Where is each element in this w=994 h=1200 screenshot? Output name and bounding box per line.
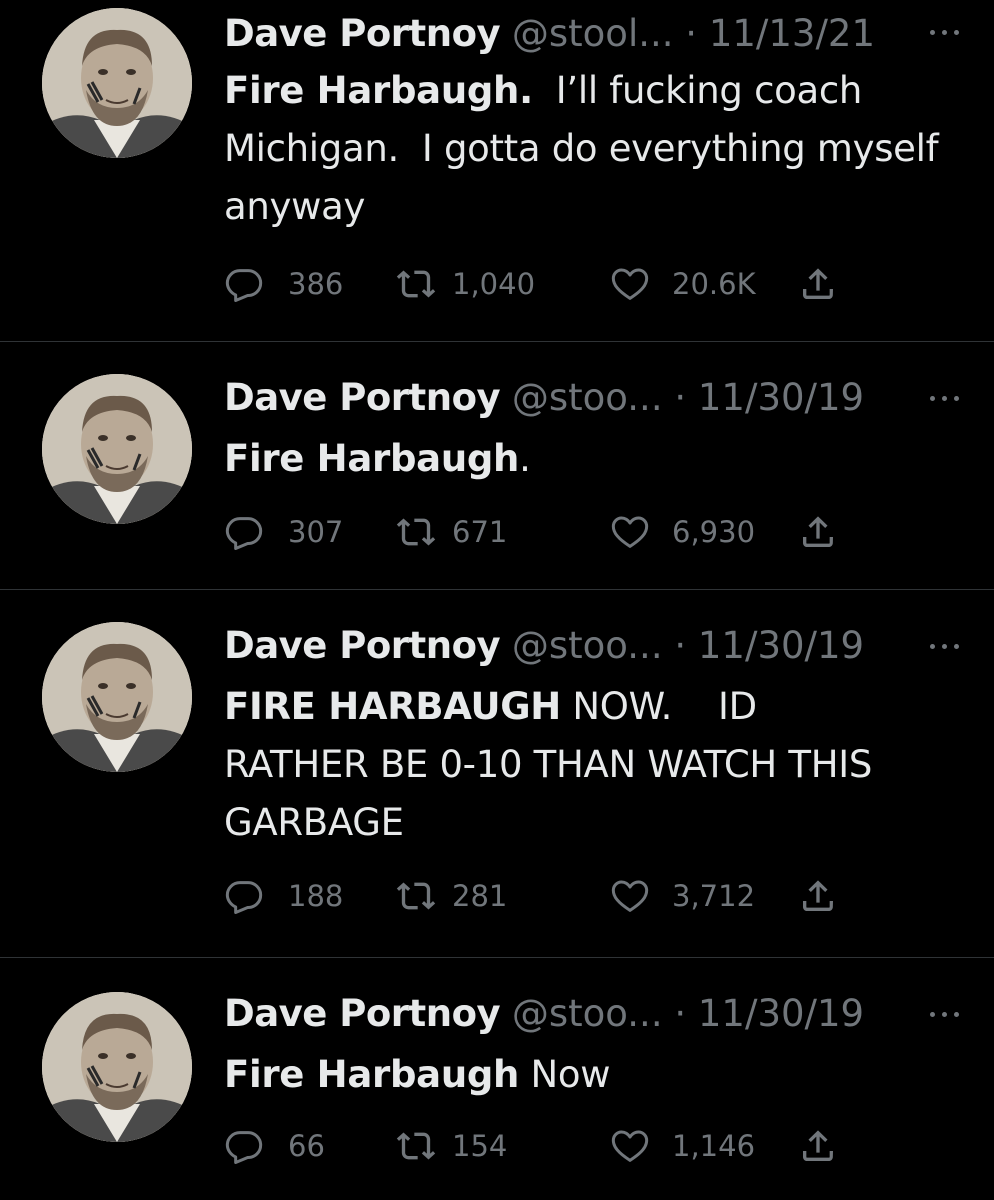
reply-count: 386 xyxy=(288,267,344,301)
avatar[interactable] xyxy=(42,8,192,158)
retweet-count: 1,040 xyxy=(452,267,536,301)
reply-button[interactable]: 66 xyxy=(224,1122,325,1170)
tweet-date[interactable]: 11/30/19 xyxy=(698,992,864,1035)
reply-icon xyxy=(224,512,264,552)
separator-dot: · xyxy=(674,624,687,667)
retweet-button[interactable]: 1,040 xyxy=(396,260,535,308)
like-button[interactable]: 6,930 xyxy=(610,508,755,556)
author-name[interactable]: Dave Portnoy xyxy=(224,12,501,55)
more-dots-icon[interactable] xyxy=(928,636,962,656)
reply-button[interactable]: 386 xyxy=(224,260,343,308)
heart-icon xyxy=(610,1126,650,1166)
heart-icon xyxy=(610,264,650,304)
reply-icon xyxy=(224,876,264,916)
reply-icon xyxy=(224,1126,264,1166)
share-icon xyxy=(798,1126,838,1166)
author-name[interactable]: Dave Portnoy xyxy=(224,624,501,667)
tweet[interactable]: Dave Portnoy @stoo... · 11/30/19 Fire Ha… xyxy=(0,342,994,590)
tweet-header: Dave Portnoy @stool... · 11/13/21 xyxy=(224,4,974,64)
like-count: 1,146 xyxy=(672,1129,756,1163)
like-count: 3,712 xyxy=(672,879,756,913)
share-button[interactable] xyxy=(798,872,838,920)
tweet-actions: 386 1,040 20.6K xyxy=(224,260,864,308)
tweet-text: FIRE HARBAUGH NOW. ID RATHER BE 0-10 THA… xyxy=(224,678,904,852)
tweet-date[interactable]: 11/13/21 xyxy=(709,12,875,55)
tweet-actions: 307 671 6,930 xyxy=(224,508,864,556)
tweet-text-bold: Fire Harbaugh. xyxy=(224,69,533,112)
separator-dot: · xyxy=(685,12,698,55)
tweet-text: Fire Harbaugh. xyxy=(224,430,944,488)
tweet-actions: 66 154 1,146 xyxy=(224,1122,864,1170)
author-handle[interactable]: @stoo... xyxy=(512,376,663,419)
reply-button[interactable]: 307 xyxy=(224,508,343,556)
author-handle[interactable]: @stool... xyxy=(512,12,674,55)
avatar[interactable] xyxy=(42,992,192,1142)
avatar-image xyxy=(42,374,192,524)
avatar-image xyxy=(42,8,192,158)
separator-dot: · xyxy=(674,376,687,419)
avatar[interactable] xyxy=(42,622,192,772)
share-button[interactable] xyxy=(798,260,838,308)
reply-count: 307 xyxy=(288,515,344,549)
tweet-text-rest: . xyxy=(519,437,531,480)
more-dots-icon[interactable] xyxy=(928,22,962,42)
tweet-header: Dave Portnoy @stoo... · 11/30/19 xyxy=(224,616,974,676)
retweet-button[interactable]: 281 xyxy=(396,872,507,920)
tweet-text-rest: Now xyxy=(519,1053,611,1096)
tweet[interactable]: Dave Portnoy @stoo... · 11/30/19 Fire Ha… xyxy=(0,958,994,1200)
tweet-text: Fire Harbaugh. I’ll fucking coach Michig… xyxy=(224,62,944,236)
tweet-text-bold: FIRE HARBAUGH xyxy=(224,685,561,728)
retweet-count: 671 xyxy=(452,515,508,549)
reply-icon xyxy=(224,264,264,304)
retweet-icon xyxy=(396,512,436,552)
retweet-button[interactable]: 154 xyxy=(396,1122,507,1170)
retweet-icon xyxy=(396,1126,436,1166)
retweet-button[interactable]: 671 xyxy=(396,508,507,556)
share-icon xyxy=(798,264,838,304)
retweet-count: 281 xyxy=(452,879,508,913)
author-name[interactable]: Dave Portnoy xyxy=(224,992,501,1035)
like-button[interactable]: 3,712 xyxy=(610,872,755,920)
tweet-text-bold: Fire Harbaugh xyxy=(224,1053,520,1096)
retweet-icon xyxy=(396,876,436,916)
retweet-count: 154 xyxy=(452,1129,508,1163)
more-dots-icon[interactable] xyxy=(928,1004,962,1024)
author-name[interactable]: Dave Portnoy xyxy=(224,376,501,419)
separator-dot: · xyxy=(674,992,687,1035)
more-dots-icon[interactable] xyxy=(928,388,962,408)
avatar-image xyxy=(42,622,192,772)
tweet-header: Dave Portnoy @stoo... · 11/30/19 xyxy=(224,984,974,1044)
like-button[interactable]: 20.6K xyxy=(610,260,756,308)
share-button[interactable] xyxy=(798,508,838,556)
tweet-actions: 188 281 3,712 xyxy=(224,872,864,920)
avatar[interactable] xyxy=(42,374,192,524)
tweet-text: Fire Harbaugh Now xyxy=(224,1046,944,1104)
tweet-text-bold: Fire Harbaugh xyxy=(224,437,520,480)
heart-icon xyxy=(610,876,650,916)
author-handle[interactable]: @stoo... xyxy=(512,624,663,667)
retweet-icon xyxy=(396,264,436,304)
reply-count: 188 xyxy=(288,879,344,913)
reply-button[interactable]: 188 xyxy=(224,872,343,920)
heart-icon xyxy=(610,512,650,552)
like-button[interactable]: 1,146 xyxy=(610,1122,755,1170)
tweet-date[interactable]: 11/30/19 xyxy=(698,624,864,667)
reply-count: 66 xyxy=(288,1129,325,1163)
tweet[interactable]: Dave Portnoy @stool... · 11/13/21 Fire H… xyxy=(0,0,994,342)
tweet[interactable]: Dave Portnoy @stoo... · 11/30/19 FIRE HA… xyxy=(0,590,994,958)
tweet-header: Dave Portnoy @stoo... · 11/30/19 xyxy=(224,368,974,428)
share-icon xyxy=(798,512,838,552)
tweet-date[interactable]: 11/30/19 xyxy=(698,376,864,419)
author-handle[interactable]: @stoo... xyxy=(512,992,663,1035)
share-button[interactable] xyxy=(798,1122,838,1170)
like-count: 6,930 xyxy=(672,515,756,549)
share-icon xyxy=(798,876,838,916)
avatar-image xyxy=(42,992,192,1142)
like-count: 20.6K xyxy=(672,267,756,301)
